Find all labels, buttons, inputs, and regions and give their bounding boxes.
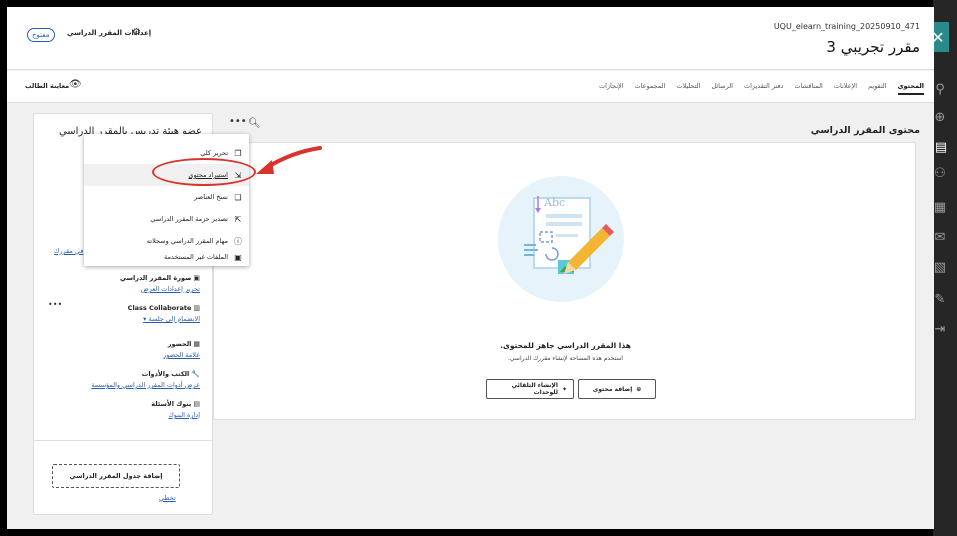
collaborate-icon: ▥ bbox=[193, 304, 200, 312]
menu-item-unused-files[interactable]: ▣ الملفات غير المستخدمة bbox=[164, 246, 243, 268]
bank-icon: ▤ bbox=[193, 400, 200, 408]
question-banks-item: ▤بنوك الأسئلة إدارة البنوك bbox=[151, 400, 200, 419]
books-tools-item: 🔧الكتب والأدوات عرض أدوات المقرر الدراسي… bbox=[91, 370, 200, 389]
more-options-menu: ❐ تحرير كلي ⇲ استيراد محتوى ❏ نسخ العناص… bbox=[84, 134, 249, 266]
files-icon: ▣ bbox=[234, 252, 242, 262]
add-content-button[interactable]: ⊕ إضافة محتوى bbox=[578, 379, 656, 399]
plus-circle-icon: ⊕ bbox=[636, 385, 642, 393]
tab-groups[interactable]: المجموعات bbox=[635, 82, 666, 95]
course-nav: 👁 معاينة الطالب المحتوى التقويم الإعلانا… bbox=[7, 71, 934, 103]
more-options-icon[interactable]: ••• bbox=[48, 300, 62, 309]
menu-item-export-package[interactable]: ⇱ تصدير حزمة المقرر الدراسي bbox=[150, 208, 243, 230]
course-code: UQU_elearn_training_20250910_471 bbox=[773, 22, 920, 31]
mark-attendance-link[interactable]: علامة الحضور bbox=[163, 351, 200, 359]
more-options-icon[interactable]: ••• bbox=[229, 116, 247, 127]
status-badge[interactable]: مفتوح bbox=[27, 28, 55, 42]
add-content-label: إضافة محتوى bbox=[592, 385, 633, 393]
manage-banks-link[interactable]: إدارة البنوك bbox=[151, 411, 200, 419]
attendance-item: ▦الحضور علامة الحضور bbox=[163, 340, 200, 359]
divider bbox=[34, 440, 212, 441]
pointer-arrow-icon bbox=[256, 146, 322, 174]
search-icon[interactable]: 🔍︎ bbox=[248, 118, 261, 129]
attendance-icon: ▦ bbox=[193, 340, 200, 348]
copy-icon: ❏ bbox=[234, 192, 242, 202]
course-window: مفتوح إعدادات المقرر الدراسي ⚙ UQU_elear… bbox=[7, 7, 934, 529]
skip-link[interactable]: تخطي bbox=[159, 494, 176, 502]
empty-state-title: هذا المقرر الدراسي جاهز للمحتوى. bbox=[500, 341, 631, 350]
item-title: Class Collaborate bbox=[127, 304, 192, 312]
ai-design-button[interactable]: ✦ الإنشاء التلقائي للوحدات bbox=[486, 379, 574, 399]
student-preview-button[interactable]: معاينة الطالب bbox=[25, 82, 69, 90]
tab-messages[interactable]: الرسائل bbox=[711, 82, 733, 95]
menu-item-copy-items[interactable]: ❏ نسخ العناصر bbox=[194, 186, 243, 208]
empty-state-subtitle: استخدم هذه المساحة لإنشاء مقررك الدراسي. bbox=[508, 355, 623, 362]
edit-display-link[interactable]: تحرير إعدادات العرض bbox=[120, 285, 200, 293]
empty-content-illustration: Abc bbox=[498, 176, 624, 302]
gear-icon[interactable]: ⚙ bbox=[132, 27, 141, 38]
sparkle-icon: ✦ bbox=[561, 385, 567, 393]
tab-bar: المحتوى التقويم الإعلانات المناقشات دفتر… bbox=[599, 82, 924, 95]
content-heading: محتوى المقرر الدراسي bbox=[810, 125, 920, 136]
item-title: الكتب والأدوات bbox=[141, 370, 190, 378]
highlight-ellipse bbox=[152, 158, 256, 186]
tab-announcements[interactable]: الإعلانات bbox=[834, 82, 857, 95]
view-tools-link[interactable]: عرض أدوات المقرر الدراسي والمؤسسة bbox=[91, 381, 200, 389]
bulk-edit-icon: ❐ bbox=[234, 148, 242, 158]
tab-gradebook[interactable]: دفتر التقديرات bbox=[744, 82, 783, 95]
course-header: مفتوح إعدادات المقرر الدراسي ⚙ UQU_elear… bbox=[7, 7, 934, 70]
tab-achievements[interactable]: الإنجازات bbox=[599, 82, 624, 95]
info-icon: ⓘ bbox=[234, 236, 242, 246]
collaborate-item: ▥Class Collaborate الانضمام إلى جلسة ▾ bbox=[128, 304, 200, 323]
join-session-link[interactable]: الانضمام إلى جلسة ▾ bbox=[128, 315, 200, 323]
tab-calendar[interactable]: التقويم bbox=[868, 82, 887, 95]
eye-icon[interactable]: 👁 bbox=[69, 79, 82, 90]
course-link[interactable]: في مقررك bbox=[54, 247, 83, 255]
tab-discussions[interactable]: المناقشات bbox=[794, 82, 823, 95]
image-icon: ▣ bbox=[193, 274, 200, 282]
ai-design-label: الإنشاء التلقائي للوحدات bbox=[511, 382, 558, 396]
course-image-item: ▣صورة المقرر الدراسي تحرير إعدادات العرض bbox=[120, 274, 200, 293]
illustration-text: Abc bbox=[543, 196, 565, 209]
export-icon: ⇱ bbox=[234, 214, 242, 224]
wrench-icon: 🔧 bbox=[191, 370, 200, 378]
item-title: الحضور bbox=[167, 340, 192, 348]
add-schedule-button[interactable]: إضافة جدول المقرر الدراسي bbox=[52, 464, 180, 488]
tab-analytics[interactable]: التحليلات bbox=[676, 82, 700, 95]
page-title: مقرر تجريبي 3 bbox=[826, 38, 920, 56]
content-area: Abc هذا المقرر الدراسي جاهز للمحتوى. است… bbox=[213, 142, 916, 420]
tab-content[interactable]: المحتوى bbox=[897, 82, 924, 95]
item-title: بنوك الأسئلة bbox=[151, 400, 192, 408]
item-title: صورة المقرر الدراسي bbox=[120, 274, 192, 282]
